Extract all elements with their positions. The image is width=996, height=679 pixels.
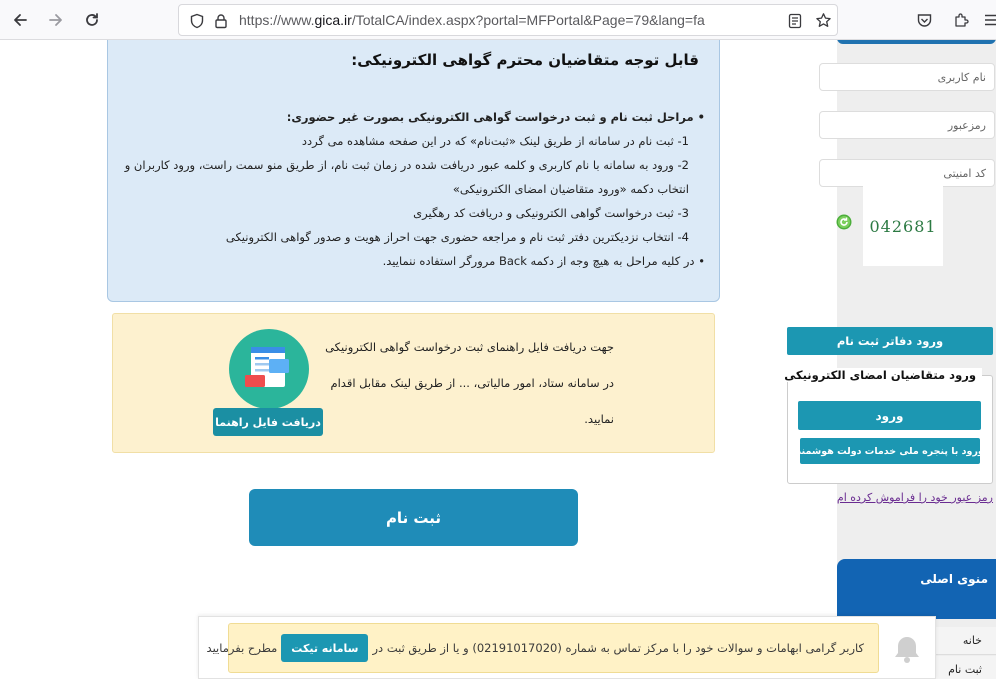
support-message: کاربر گرامی ابهامات و سوالات خود را با م… (207, 623, 879, 673)
captcha-image: 042681 (863, 186, 943, 266)
back-note-text: در کلیه مراحل به هیچ وجه از دکمه Back مر… (382, 254, 695, 268)
back-arrow-icon (14, 14, 27, 26)
hamburger-icon (985, 14, 996, 26)
sidebar: نام کاربری رمزعبور کد امنیتی 042681 ورود… (778, 40, 996, 679)
step-2-cont: انتخاب دکمه «ورود متقاضیان امضای الکترون… (452, 182, 689, 196)
menu-button[interactable] (980, 8, 996, 32)
main-menu-title: منوی اصلی (920, 572, 988, 586)
support-text-end: مطرح بفرمایید (206, 641, 278, 655)
back-button[interactable] (8, 8, 32, 32)
shield-icon (190, 13, 204, 29)
page-content: قابل توجه متقاضیان محترم گواهی الکترونیک… (0, 40, 996, 679)
forgot-password-link[interactable]: رمز عبور خود را فراموش کرده ام (837, 491, 993, 504)
back-note: • در کلیه مراحل به هیچ وجه از دکمه Back … (382, 254, 705, 268)
reload-icon (86, 13, 98, 26)
applicants-login-box: ورود متقاضیان امضای الکترونیکی ورود ورود… (778, 368, 993, 484)
steps-heading-text: مراحل ثبت نام و ثبت درخواست گواهی الکترو… (286, 110, 694, 124)
puzzle-icon (954, 12, 969, 27)
document-illustration-icon (229, 329, 309, 409)
guide-line-2: در سامانه ستاد، امور مالیاتی، ... از طری… (330, 376, 614, 390)
url-host: gica.ir (314, 12, 352, 28)
password-input[interactable]: رمزعبور (819, 111, 995, 139)
bookmark-star-icon[interactable] (815, 12, 832, 29)
url-text[interactable]: https://www.gica.ir/TotalCA/index.aspx?p… (239, 12, 705, 28)
offices-login-button[interactable]: ورود دفاتر ثبت نام (787, 327, 993, 355)
step-2: 2- ورود به سامانه با نام کاربری و کلمه ع… (124, 158, 689, 172)
address-bar[interactable]: https://www.gica.ir/TotalCA/index.aspx?p… (178, 4, 838, 36)
login-button[interactable]: ورود (798, 401, 981, 430)
step-3: 3- ثبت درخواست گواهی الکترونیکی و دریافت… (413, 206, 689, 220)
forward-arrow-icon (49, 14, 62, 26)
download-guide-button[interactable]: دریافت فایل راهنما (213, 408, 323, 436)
step-4: 4- انتخاب نزدیکترین دفتر ثبت نام و مراجع… (225, 230, 689, 244)
guide-line-1: جهت دریافت فایل راهنمای ثبت درخواست گواه… (325, 340, 614, 354)
reload-button[interactable] (80, 8, 104, 32)
step-1: 1- ثبت نام در سامانه از طریق لینک «ثبت‌ن… (301, 134, 689, 148)
bell-icon (895, 637, 919, 663)
support-text: کاربر گرامی ابهامات و سوالات خود را با م… (372, 641, 864, 655)
captcha-input[interactable]: کد امنیتی (819, 159, 995, 187)
lock-icon (215, 14, 227, 29)
pocket-button[interactable] (912, 8, 936, 32)
browser-toolbar: https://www.gica.ir/TotalCA/index.aspx?p… (0, 0, 996, 40)
extensions-button[interactable] (949, 8, 973, 32)
captcha-refresh-icon[interactable] (836, 214, 852, 230)
gov-window-login-button[interactable]: ورود با پنجره ملی خدمات دولت هوشمند (796, 438, 984, 464)
main-menu-header: منوی اصلی (837, 559, 996, 619)
url-path: /TotalCA/index.aspx?portal=MFPortal&Page… (351, 12, 705, 28)
username-input[interactable]: نام کاربری (819, 63, 995, 91)
url-prefix: https://www. (239, 12, 315, 28)
reader-view-icon[interactable] (787, 13, 803, 29)
forward-button[interactable] (44, 8, 68, 32)
steps-heading: • مراحل ثبت نام و ثبت درخواست گواهی الکت… (286, 110, 705, 124)
notice-box: قابل توجه متقاضیان محترم گواهی الکترونیک… (107, 40, 720, 302)
notice-title: قابل توجه متقاضیان محترم گواهی الکترونیک… (351, 51, 699, 69)
notice-body: • مراحل ثبت نام و ثبت درخواست گواهی الکت… (115, 105, 705, 273)
support-notification: کاربر گرامی ابهامات و سوالات خود را با م… (198, 616, 936, 679)
sidebar-top-bar (837, 40, 996, 44)
guide-box: جهت دریافت فایل راهنمای ثبت درخواست گواه… (112, 313, 715, 453)
register-button[interactable]: ثبت نام (249, 489, 578, 546)
guide-line-3: نمایید. (584, 412, 614, 426)
ticket-system-button[interactable]: سامانه تیکت (281, 634, 369, 662)
applicants-login-legend: ورود متقاضیان امضای الکترونیکی (778, 368, 982, 382)
pocket-icon (917, 13, 931, 27)
